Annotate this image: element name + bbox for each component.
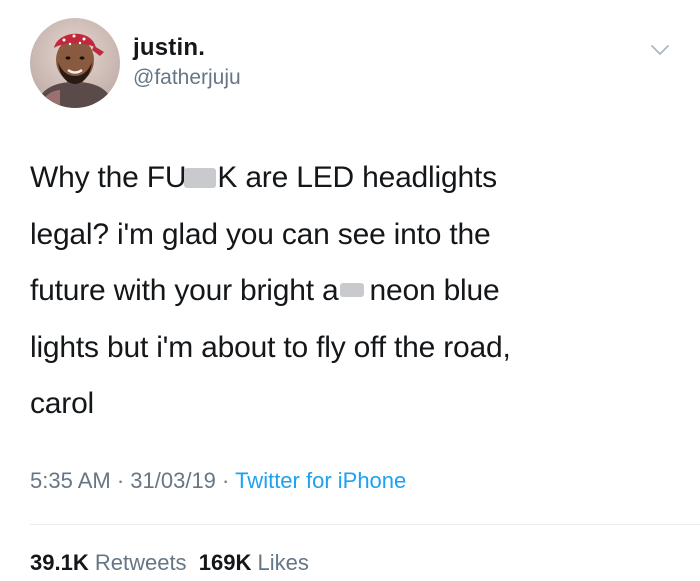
- tweet-meta: 5:35 AM · 31/03/19 · Twitter for iPhone: [30, 468, 406, 494]
- tweet-source-link[interactable]: Twitter for iPhone: [235, 468, 406, 493]
- retweets-stat[interactable]: 39.1K Retweets: [30, 550, 187, 575]
- likes-count: 169K: [198, 550, 252, 575]
- retweets-count: 39.1K: [30, 550, 89, 575]
- meta-separator: ·: [215, 468, 236, 493]
- tweet-stats: 39.1K Retweets 169K Likes: [30, 550, 309, 576]
- avatar-photo-icon: [30, 18, 120, 108]
- tweet-line: carol: [30, 387, 95, 420]
- tweet-line: lights but i'm about to fly off the road…: [30, 330, 511, 364]
- likes-label: Likes: [257, 550, 309, 575]
- tweet-line: future with your bright a neon blue: [30, 274, 500, 307]
- user-handle[interactable]: @fatherjuju: [133, 66, 241, 90]
- chevron-down-icon[interactable]: [648, 38, 672, 62]
- tweet-text: Why the FU K are LED headlights legal? i'…: [30, 150, 670, 433]
- display-name[interactable]: justin.: [133, 34, 205, 62]
- meta-separator: ·: [110, 468, 131, 493]
- tweet-line: Why the FU K are LED headlights: [30, 161, 497, 194]
- tweet-time[interactable]: 5:35 AM: [30, 468, 111, 493]
- user-avatar[interactable]: [30, 18, 120, 108]
- retweets-label: Retweets: [94, 550, 187, 575]
- censor-bar: [184, 168, 217, 188]
- tweet-line: legal? i'm glad you can see into the: [30, 217, 491, 251]
- tweet-card: justin. @fatherjuju Why the FU K are LED …: [0, 0, 700, 581]
- likes-stat[interactable]: 169K Likes: [199, 550, 309, 575]
- divider: [30, 524, 700, 525]
- censor-bar: [339, 283, 364, 297]
- tweet-date[interactable]: 31/03/19: [130, 468, 216, 493]
